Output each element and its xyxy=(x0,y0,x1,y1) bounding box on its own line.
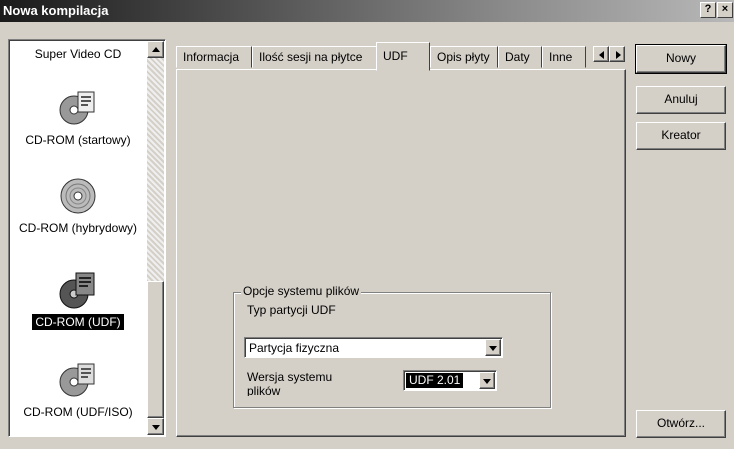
list-item-label: CD-ROM (UDF) xyxy=(32,314,124,330)
tab-label: Inne xyxy=(549,50,573,64)
tab-label: Opis płyty xyxy=(437,50,490,64)
arrow-right-icon xyxy=(616,51,621,59)
help-button[interactable]: ? xyxy=(700,2,716,18)
list-item-label: CD-ROM (hybrydowy) xyxy=(18,221,137,235)
tab-inne[interactable]: Inne xyxy=(542,46,586,68)
tab-informacja[interactable]: Informacja xyxy=(176,46,252,68)
version-label-line1: Wersja systemu xyxy=(247,370,333,384)
partition-type-value: Partycja fizyczna xyxy=(249,341,340,355)
list-scrollbar[interactable] xyxy=(147,41,164,435)
list-item-label: CD-ROM (UDF/ISO) xyxy=(23,405,133,419)
tab-label: Ilość sesji na płytce xyxy=(259,50,363,64)
list-item-cd-rom-startowy[interactable]: CD-ROM (startowy) xyxy=(9,88,147,148)
list-item-cd-rom-hybrydowy[interactable]: CD-ROM (hybrydowy) xyxy=(9,176,147,236)
list-item-label: CD-ROM (startowy) xyxy=(25,133,131,147)
title-bar: Nowa kompilacja ? × xyxy=(0,0,734,22)
partition-type-select[interactable]: Partycja fizyczna xyxy=(244,337,503,358)
scroll-up-button[interactable] xyxy=(147,41,164,58)
chevron-down-icon xyxy=(489,346,497,351)
tab-ilosc-sesji[interactable]: Ilość sesji na płytce xyxy=(252,46,378,68)
udf-version-value: UDF 2.01 xyxy=(406,373,464,388)
list-item-cd-rom-udf-iso[interactable]: CD-ROM (UDF/ISO) xyxy=(9,360,147,420)
tab-label: Daty xyxy=(505,50,530,64)
scroll-down-button[interactable] xyxy=(147,418,164,435)
help-icon: ? xyxy=(704,3,712,15)
version-label-line2: plików xyxy=(247,384,281,396)
partition-dropdown-button[interactable] xyxy=(485,339,501,356)
tab-opis-plyty[interactable]: Opis płyty xyxy=(430,46,498,68)
udf-version-select[interactable]: UDF 2.01 xyxy=(403,370,497,391)
tab-label: Informacja xyxy=(183,50,240,64)
tab-scroll-left-button[interactable] xyxy=(593,46,609,62)
tab-udf[interactable]: UDF xyxy=(376,42,430,71)
version-label: Wersja systemu plików xyxy=(247,370,332,396)
window-title: Nowa kompilacja xyxy=(3,3,109,18)
boot-disc-icon xyxy=(59,91,95,125)
partition-type-label: Typ partycji UDF xyxy=(247,303,336,317)
arrow-down-icon xyxy=(152,425,160,430)
close-icon: × xyxy=(721,3,729,15)
udf-disc-icon xyxy=(59,272,95,309)
scroll-thumb[interactable] xyxy=(147,281,164,418)
open-button[interactable]: Otwórz... xyxy=(636,410,726,438)
version-dropdown-button[interactable] xyxy=(479,372,495,389)
hybrid-disc-icon xyxy=(60,178,96,214)
new-button[interactable]: Nowy xyxy=(635,44,727,74)
tab-scroll-right-button[interactable] xyxy=(609,46,625,62)
list-item-cd-rom-udf[interactable]: CD-ROM (UDF) xyxy=(9,270,147,330)
tab-label: UDF xyxy=(383,49,408,63)
chevron-down-icon xyxy=(483,379,491,384)
udf-iso-disc-icon xyxy=(59,363,95,397)
arrow-up-icon xyxy=(152,47,160,52)
project-type-list[interactable]: Super Video CD CD-ROM (startowy) CD-ROM … xyxy=(8,39,166,437)
tab-daty[interactable]: Daty xyxy=(498,46,542,68)
group-label: Opcje systemu plików xyxy=(241,284,362,298)
wizard-button[interactable]: Kreator xyxy=(636,122,726,150)
list-item-label: Super Video CD xyxy=(34,47,122,61)
list-item-super-video-cd[interactable]: Super Video CD xyxy=(9,46,147,62)
arrow-left-icon xyxy=(599,51,604,59)
cancel-button[interactable]: Anuluj xyxy=(636,86,726,114)
close-button[interactable]: × xyxy=(717,2,733,18)
